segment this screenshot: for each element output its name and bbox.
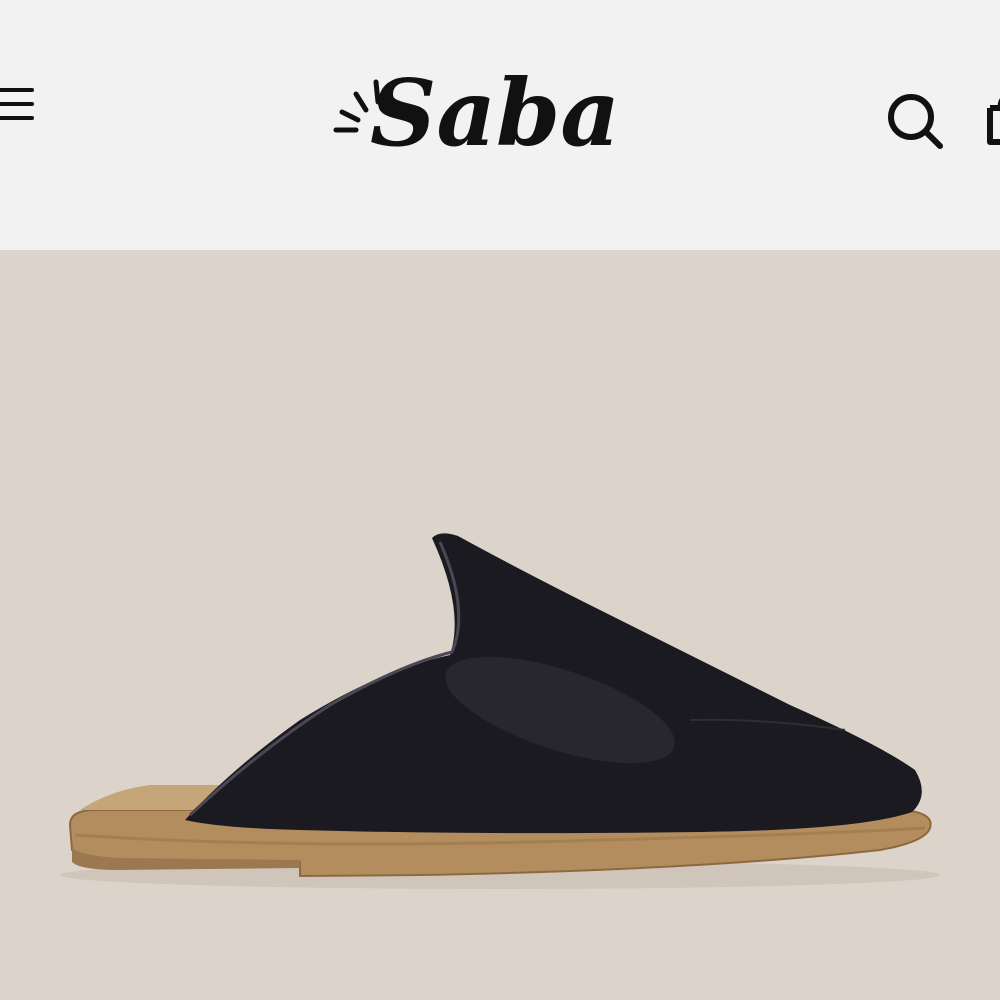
brand-wordmark: Sabah [370, 59, 620, 165]
search-icon [888, 94, 943, 149]
site-header: Sabah [0, 0, 1000, 250]
brand-name: Sabah [370, 59, 620, 165]
cart-button[interactable] [982, 90, 1000, 150]
product-hero [0, 250, 1000, 1000]
cart-icon [987, 98, 1000, 145]
menu-button[interactable] [0, 80, 36, 128]
product-image[interactable] [0, 250, 1000, 1000]
search-button[interactable] [884, 90, 946, 152]
brand-logo[interactable]: Sabah [330, 50, 630, 165]
hamburger-menu-icon [0, 88, 34, 120]
